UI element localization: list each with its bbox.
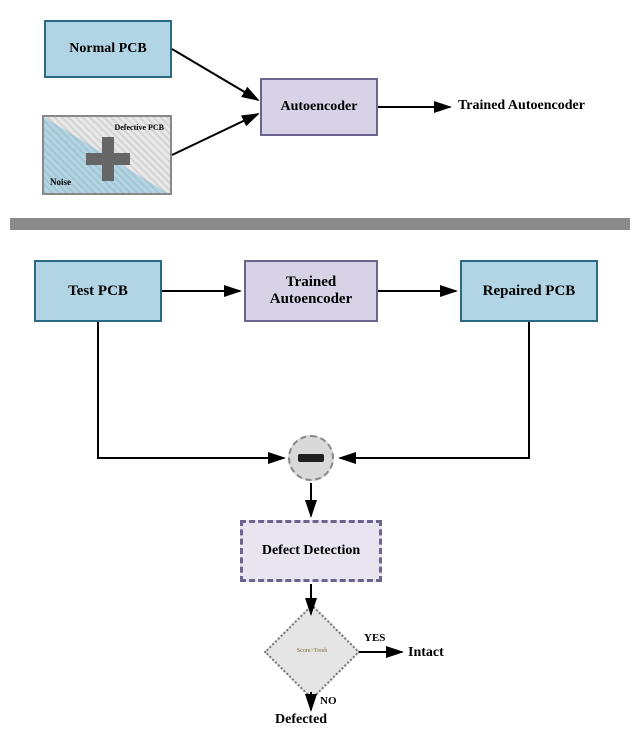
yes-label: YES bbox=[364, 632, 385, 644]
trained-autoencoder-label: Trained Autoencoder bbox=[270, 274, 353, 308]
intact-label: Intact bbox=[408, 645, 444, 661]
plus-icon bbox=[86, 137, 130, 181]
subtract-node bbox=[288, 435, 334, 481]
section-separator bbox=[10, 218, 630, 230]
normal-pcb-box: Normal PCB bbox=[44, 20, 172, 78]
decision-diamond bbox=[264, 604, 360, 700]
defective-pcb-label: Defective PCB bbox=[114, 123, 164, 132]
repaired-pcb-box: Repaired PCB bbox=[460, 260, 598, 322]
autoencoder-box: Autoencoder bbox=[260, 78, 378, 136]
noise-label: Noise bbox=[50, 177, 71, 187]
defected-label: Defected bbox=[275, 712, 327, 728]
defect-detection-box: Defect Detection bbox=[240, 520, 382, 582]
test-pcb-label: Test PCB bbox=[68, 283, 128, 300]
no-label: NO bbox=[320, 695, 337, 707]
normal-pcb-label: Normal PCB bbox=[69, 41, 146, 57]
repaired-pcb-label: Repaired PCB bbox=[483, 283, 576, 300]
trained-autoencoder-output: Trained Autoencoder bbox=[458, 98, 585, 114]
test-pcb-box: Test PCB bbox=[34, 260, 162, 322]
autoencoder-label: Autoencoder bbox=[281, 99, 358, 115]
trained-autoencoder-box: Trained Autoencoder bbox=[244, 260, 378, 322]
minus-icon bbox=[298, 454, 324, 462]
noise-defective-box: Defective PCB Noise bbox=[42, 115, 172, 195]
defect-detection-label: Defect Detection bbox=[262, 543, 360, 559]
